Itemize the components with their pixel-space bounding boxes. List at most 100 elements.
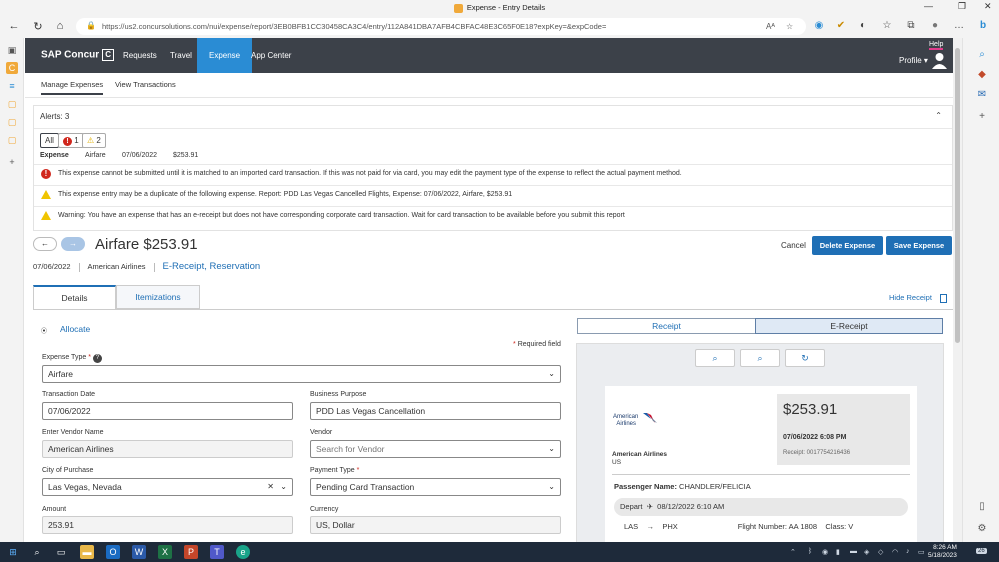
favorites-bar-icon[interactable]: ☆ — [880, 20, 894, 31]
amount-field[interactable]: 253.91 — [42, 516, 293, 534]
subnav-manage-expenses[interactable]: Manage Expenses — [41, 80, 104, 95]
user-avatar-icon[interactable] — [932, 52, 947, 69]
settings-icon[interactable]: ⚙ — [975, 522, 989, 536]
transaction-date-field[interactable]: 07/06/2022 — [42, 402, 293, 420]
concur-tab-4-icon[interactable]: ▢ — [6, 134, 18, 146]
profile-menu[interactable]: Profile ▾ — [899, 56, 928, 65]
help-menu[interactable]: Help — [929, 41, 944, 50]
save-expense-button[interactable]: Save Expense — [886, 236, 952, 255]
concur-tab-3-icon[interactable]: ▢ — [6, 116, 18, 128]
clear-icon[interactable]: ✕ — [267, 482, 274, 491]
tab-e-receipt[interactable]: E-Receipt — [755, 318, 943, 334]
tray-app-4-icon[interactable]: ◈ — [864, 548, 869, 556]
zoom-in-icon[interactable]: ⌕ — [695, 349, 735, 367]
warning-icon: ⚠ — [87, 136, 95, 145]
new-tab-icon[interactable]: + — [6, 156, 18, 168]
tab-details[interactable]: Details — [33, 285, 116, 309]
search-sidebar-icon[interactable]: ⌕ — [975, 48, 989, 62]
rotate-icon[interactable]: ↻ — [785, 349, 825, 367]
collections-icon[interactable]: ⧉ — [904, 20, 918, 31]
city-field[interactable]: Las Vegas, Nevada ✕ ⌄ — [42, 478, 293, 496]
task-view-icon[interactable]: ▭ — [54, 545, 68, 559]
outlook-icon[interactable]: ✉ — [975, 88, 989, 102]
read-aloud-icon[interactable]: Aᴬ — [766, 22, 775, 31]
refresh-icon[interactable]: ↻ — [30, 20, 46, 33]
restore-icon[interactable]: ❐ — [958, 1, 966, 12]
hide-receipt-link[interactable]: Hide Receipt — [889, 293, 947, 303]
tray-app-5-icon[interactable]: ◇ — [878, 548, 883, 556]
windows-start-icon[interactable]: ⊞ — [6, 545, 20, 559]
american-airlines-logo: American Airlines — [613, 413, 657, 428]
tab-receipt[interactable]: Receipt — [577, 318, 756, 334]
filter-errors-button[interactable]: ! 1 — [58, 133, 84, 148]
word-app-icon[interactable]: W — [132, 545, 146, 559]
edge-app-icon[interactable]: e — [236, 545, 250, 559]
extension-2-icon[interactable]: ✔ — [834, 20, 848, 31]
tray-app-3-icon[interactable]: ▬ — [850, 548, 857, 555]
back-arrow-icon[interactable]: ← — [6, 20, 22, 32]
tray-app-2-icon[interactable]: ▮ — [836, 548, 840, 556]
wifi-icon[interactable]: ◠ — [892, 548, 898, 556]
volume-icon[interactable]: ♪ — [906, 548, 910, 555]
tray-chevron-icon[interactable]: ⌃ — [790, 548, 796, 556]
sap-concur-logo[interactable]: SAP Concur C — [41, 49, 115, 61]
business-purpose-field[interactable]: PDD Las Vegas Cancellation — [310, 402, 561, 420]
vendor-name-field[interactable]: American Airlines — [42, 440, 293, 458]
scrollbar-thumb[interactable] — [955, 48, 960, 343]
page-scrollbar[interactable] — [953, 38, 962, 542]
help-circle-icon[interactable]: ? — [92, 354, 102, 363]
vertical-tab-icon[interactable]: ≡ — [6, 80, 18, 92]
next-expense-button[interactable]: → — [61, 237, 85, 251]
previous-expense-button[interactable]: ← — [33, 237, 57, 251]
taskbar-clock[interactable]: 8:26 AM 5/18/2023 — [928, 544, 957, 560]
sidebar-toggle-icon[interactable]: ▯ — [975, 500, 989, 514]
allocate-link[interactable]: Allocate — [60, 324, 90, 334]
filter-all-button[interactable]: All — [40, 133, 59, 148]
browser-profile-icon[interactable]: ● — [928, 20, 942, 31]
bing-icon[interactable]: b — [976, 20, 990, 31]
required-field-note: * Required field — [513, 341, 561, 348]
chevron-down-icon: ⌄ — [548, 369, 555, 378]
delete-expense-button[interactable]: Delete Expense — [812, 236, 883, 255]
close-window-icon[interactable]: ✕ — [984, 1, 992, 12]
chevron-down-icon[interactable]: ⌄ — [280, 482, 287, 491]
nav-app-center[interactable]: App Center — [239, 38, 303, 73]
zoom-out-icon[interactable]: ⌕ — [740, 349, 780, 367]
battery-icon[interactable]: ▭ — [918, 548, 925, 556]
teams-app-icon[interactable]: T — [210, 545, 224, 559]
favorite-icon[interactable]: ☆ — [786, 22, 793, 31]
excel-app-icon[interactable]: X — [158, 545, 172, 559]
outlook-app-icon[interactable]: O — [106, 545, 120, 559]
filter-warnings-button[interactable]: ⚠ 2 — [82, 133, 106, 148]
concur-tab-icon[interactable]: C — [6, 62, 18, 74]
extension-icon[interactable]: ◉ — [812, 20, 826, 31]
office-icon[interactable]: ◆ — [975, 68, 989, 82]
tab-actions-icon[interactable]: ▣ — [6, 44, 18, 56]
cancel-button[interactable]: Cancel — [781, 241, 806, 250]
powerpoint-app-icon[interactable]: P — [184, 545, 198, 559]
vendor-search-field[interactable]: Search for Vendor ⌄ — [310, 440, 561, 458]
alert-item: This expense entry may be a duplicate of… — [34, 185, 952, 205]
subnav-view-transactions[interactable]: View Transactions — [115, 80, 176, 89]
minimize-icon[interactable]: — — [924, 1, 933, 11]
receipt-amount-box: $253.91 07/06/2022 6:08 PM Receipt: 0017… — [777, 394, 910, 465]
extension-3-icon[interactable]: ◐ — [856, 20, 870, 31]
tab-itemizations[interactable]: Itemizations — [116, 285, 200, 309]
more-menu-icon[interactable]: … — [952, 20, 966, 31]
add-sidebar-icon[interactable]: + — [975, 110, 989, 124]
receipt-links[interactable]: E-Receipt, Reservation — [163, 261, 261, 272]
transaction-date-label: Transaction Date — [42, 391, 96, 398]
home-icon[interactable]: ⌂ — [52, 20, 68, 32]
tray-app-icon[interactable]: ◉ — [822, 548, 828, 556]
notifications-badge[interactable]: 26 — [976, 548, 987, 554]
currency-field[interactable]: US, Dollar — [310, 516, 561, 534]
chevron-up-icon[interactable]: ⌃ — [935, 111, 942, 120]
address-bar[interactable]: 🔒 https://us2.concursolutions.com/nui/ex… — [76, 18, 806, 35]
payment-type-select[interactable]: Pending Card Transaction ⌄ — [310, 478, 561, 496]
expense-type-select[interactable]: Airfare ⌄ — [42, 365, 561, 383]
document-icon — [939, 293, 947, 303]
search-icon[interactable]: ⌕ — [30, 545, 44, 559]
concur-tab-2-icon[interactable]: ▢ — [6, 98, 18, 110]
bluetooth-icon[interactable]: ᛒ — [808, 548, 812, 555]
file-explorer-icon[interactable]: ▬ — [80, 545, 94, 559]
